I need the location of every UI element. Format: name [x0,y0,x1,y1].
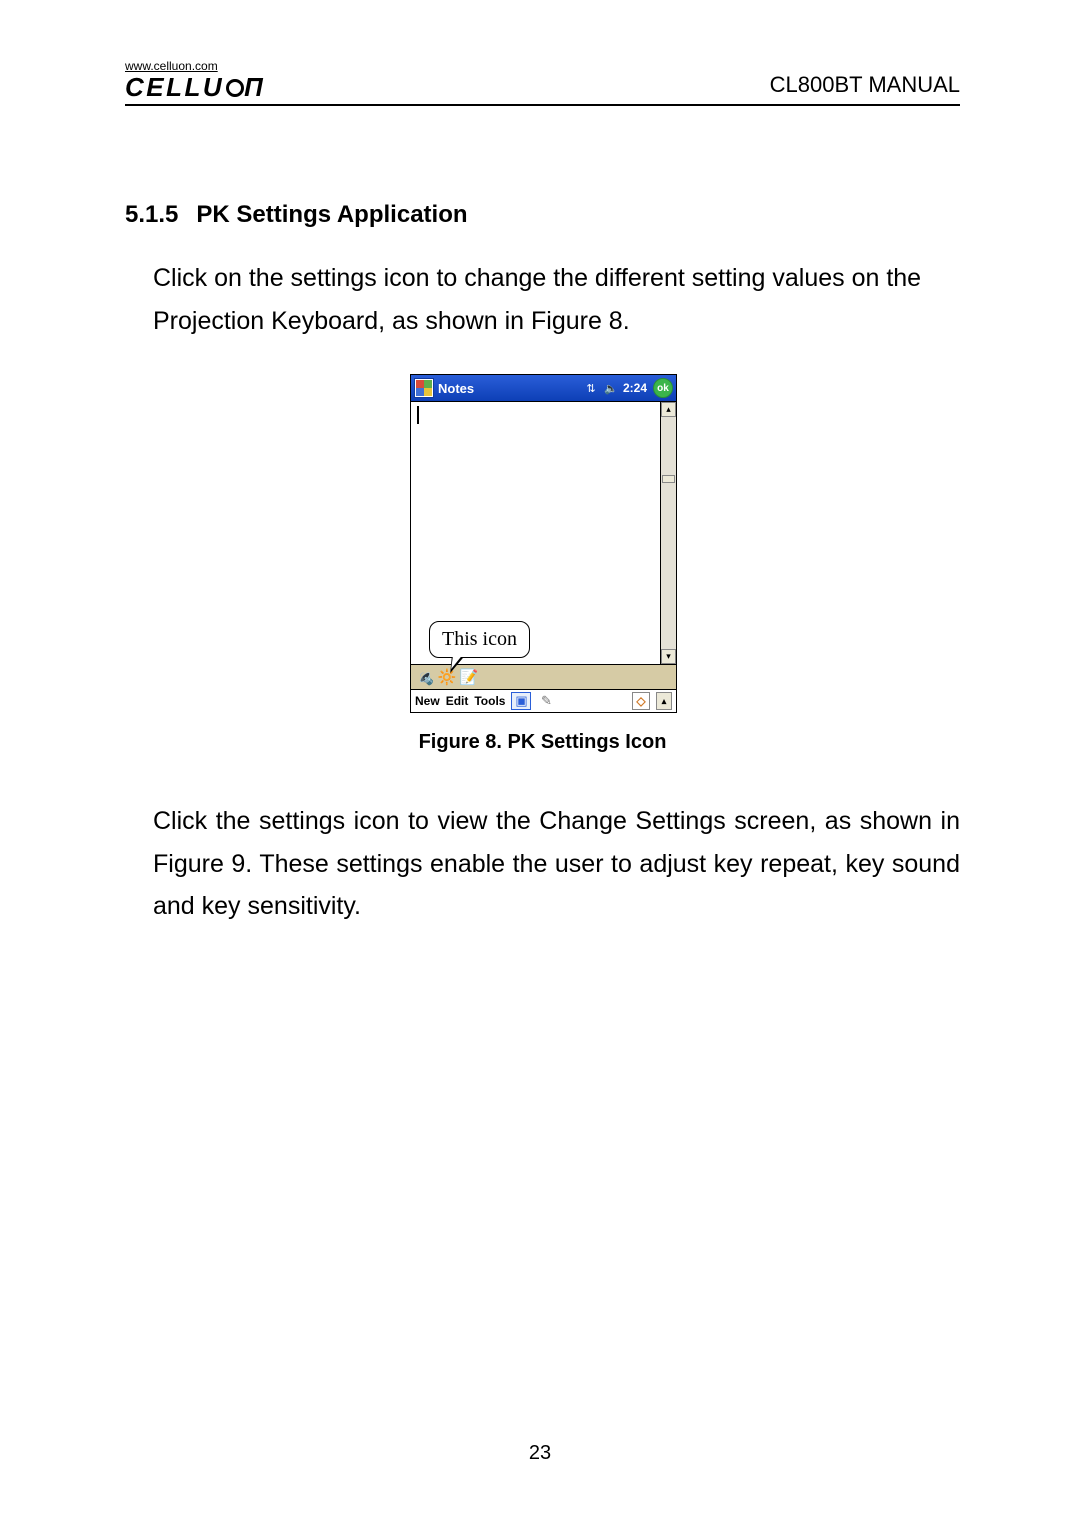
section-number: 5.1.5 [125,201,178,228]
menu-edit[interactable]: Edit [446,694,469,708]
figure-caption: Figure 8. PK Settings Icon [125,731,960,754]
scroll-thumb[interactable] [662,475,675,483]
record-icon[interactable]: ◇ [632,692,650,710]
pda-titlebar: Notes ⇅ 🔈 2:24 ok [411,375,676,401]
page-header: www.celluon.com CELLU Π CL800BT MANUAL [125,60,960,106]
paragraph-1: Click on the settings icon to change the… [153,257,960,342]
section-title: PK Settings Application [196,201,467,228]
pen-icon[interactable]: ✎ [537,693,555,709]
paragraph-2: Click the settings icon to view the Chan… [153,800,960,928]
menu-new[interactable]: New [415,694,440,708]
scroll-down-icon[interactable]: ▾ [661,649,676,664]
speaker-icon[interactable]: 🔈 [603,380,619,396]
circle-icon [226,79,244,97]
start-menu-icon[interactable] [414,378,434,398]
brand-logo-n: Π [244,72,265,102]
logo-block: www.celluon.com CELLU Π [125,60,265,100]
manual-title: CL800BT MANUAL [770,72,960,100]
pda-device: Notes ⇅ 🔈 2:24 ok This icon ▴ [410,374,677,713]
callout-text: This icon [442,628,517,650]
pk-settings-icon[interactable]: 📝 [461,669,477,685]
collapse-icon[interactable]: ▴ [656,692,672,710]
pda-menubar: New Edit Tools ▣ ✎ ◇ ▴ [411,690,676,712]
scroll-up-icon[interactable]: ▴ [661,402,676,417]
callout-bubble: This icon [429,621,530,658]
app-title: Notes [438,381,474,396]
page-number: 23 [0,1442,1080,1465]
vertical-scrollbar[interactable]: ▴ ▾ [660,402,676,664]
picture-icon[interactable]: ▣ [511,692,531,710]
logo-url: www.celluon.com [125,60,265,72]
menu-tools[interactable]: Tools [474,694,505,708]
text-cursor [417,406,419,424]
ok-button[interactable]: ok [653,378,673,398]
figure-8-screenshot: Notes ⇅ 🔈 2:24 ok This icon ▴ [410,374,675,713]
note-canvas[interactable]: This icon [411,402,660,664]
scroll-track[interactable] [661,417,676,649]
brand-logo-text: CELLU [125,72,224,102]
clock-time: 2:24 [623,381,647,395]
section-heading: 5.1.5 PK Settings Application [125,201,960,229]
brand-logo: CELLU Π [125,74,265,100]
sound-tray-icon[interactable]: 🔉 [417,669,433,685]
connectivity-icon[interactable]: ⇅ [583,380,599,396]
